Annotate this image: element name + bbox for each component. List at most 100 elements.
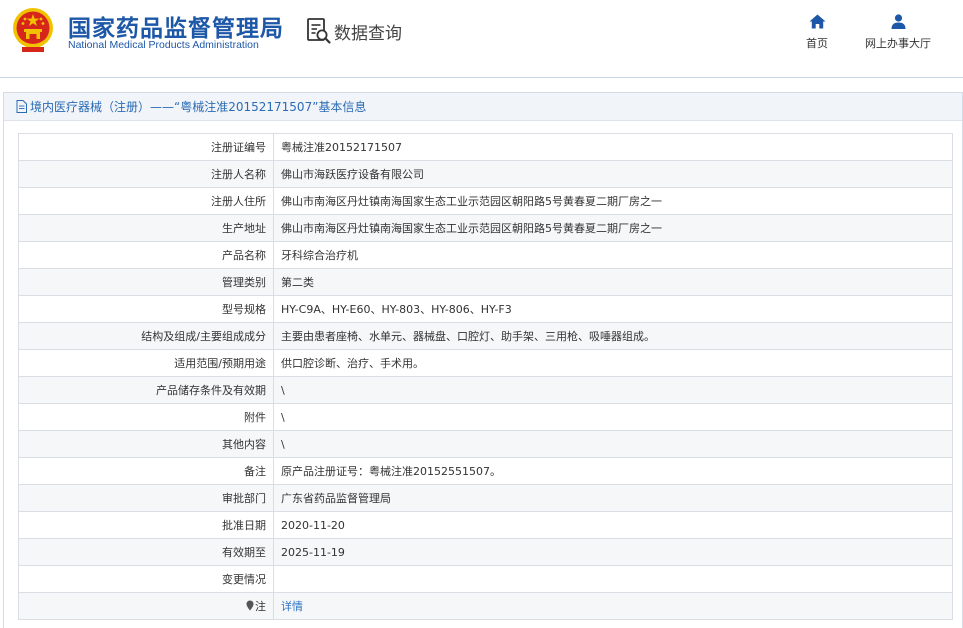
field-value: 2025-11-19 (273, 538, 953, 566)
field-value: 佛山市南海区丹灶镇南海国家生态工业示范园区朝阳路5号黄春夏二期厂房之一 (273, 187, 953, 215)
field-value-text: 第二类 (281, 276, 314, 289)
field-value: 主要由患者座椅、水单元、器械盘、口腔灯、助手架、三用枪、吸唾器组成。 (273, 322, 953, 350)
table-row: 批准日期 2020-11-20 (18, 511, 953, 539)
table-row: 附件 \ (18, 403, 953, 431)
field-value: \ (273, 430, 953, 458)
table-row: 结构及组成/主要组成成分 主要由患者座椅、水单元、器械盘、口腔灯、助手架、三用枪、… (18, 322, 953, 350)
field-label: 产品名称 (18, 241, 274, 269)
table-row: 注册人住所 佛山市南海区丹灶镇南海国家生态工业示范园区朝阳路5号黄春夏二期厂房之一 (18, 187, 953, 215)
field-label-text: 型号规格 (222, 303, 266, 316)
field-label: 其他内容 (18, 430, 274, 458)
field-label: 注册人住所 (18, 187, 274, 215)
field-label-text: 生产地址 (222, 222, 266, 235)
table-row: 其他内容 \ (18, 430, 953, 458)
field-value: 详情 (273, 592, 953, 620)
table-row: 有效期至 2025-11-19 (18, 538, 953, 566)
field-label-text: 注册人住所 (211, 195, 266, 208)
field-label: 批准日期 (18, 511, 274, 539)
field-value-text: 广东省药品监督管理局 (281, 492, 391, 505)
field-value-text: 原产品注册证号：粤械注准20152551507。 (281, 465, 501, 478)
field-label: 管理类别 (18, 268, 274, 296)
section-title-text: 境内医疗器械（注册）——“粤械注准20152171507”基本信息 (30, 100, 367, 114)
field-label: 有效期至 (18, 538, 274, 566)
field-label: 注册人名称 (18, 160, 274, 188)
field-value-text: 供口腔诊断、治疗、手术用。 (281, 357, 424, 370)
field-label: 注册证编号 (18, 133, 274, 161)
table-row: 注 详情 (18, 592, 953, 620)
field-label-text: 变更情况 (222, 573, 266, 586)
org-name-cn: 国家药品监督管理局 (68, 16, 284, 42)
field-label-text: 适用范围/预期用途 (174, 357, 266, 370)
field-value-text: HY-C9A、HY-E60、HY-803、HY-806、HY-F3 (281, 303, 512, 316)
field-value: \ (273, 403, 953, 431)
field-value-text: 2020-11-20 (281, 518, 345, 532)
field-value-text: 2025-11-19 (281, 545, 345, 559)
field-label-text: 备注 (244, 465, 266, 478)
field-label-text: 注册人名称 (211, 168, 266, 181)
details-link[interactable]: 详情 (281, 600, 303, 613)
field-label: 变更情况 (18, 565, 274, 593)
field-label: 型号规格 (18, 295, 274, 323)
user-icon (891, 14, 905, 29)
basic-info-section: 境内医疗器械（注册）——“粤械注准20152171507”基本信息 注册证编号 粤… (3, 92, 963, 628)
field-value: 粤械注准20152171507 (273, 133, 953, 161)
field-label-text: 有效期至 (222, 546, 266, 559)
field-label: 注 (18, 592, 274, 620)
field-label-text: 结构及组成/主要组成成分 (141, 330, 266, 343)
table-row: 型号规格 HY-C9A、HY-E60、HY-803、HY-806、HY-F3 (18, 295, 953, 323)
field-value: 第二类 (273, 268, 953, 296)
field-label: 生产地址 (18, 214, 274, 242)
field-label-text: 管理类别 (222, 276, 266, 289)
home-icon (809, 14, 825, 29)
section-title: 境内医疗器械（注册）——“粤械注准20152171507”基本信息 (4, 93, 962, 121)
search-title-label: 数据查询 (334, 23, 402, 44)
field-label-text: 产品储存条件及有效期 (156, 384, 266, 397)
field-label-text: 附件 (244, 411, 266, 424)
field-value: \ (273, 376, 953, 404)
table-row: 注册证编号 粤械注准20152171507 (18, 133, 953, 161)
field-label-text: 产品名称 (222, 249, 266, 262)
field-value-text: 粤械注准20152171507 (281, 141, 402, 154)
field-label: 结构及组成/主要组成成分 (18, 322, 274, 350)
field-value-text: 佛山市南海区丹灶镇南海国家生态工业示范园区朝阳路5号黄春夏二期厂房之一 (281, 222, 662, 235)
field-value: 牙科综合治疗机 (273, 241, 953, 269)
field-value-text: 主要由患者座椅、水单元、器械盘、口腔灯、助手架、三用枪、吸唾器组成。 (281, 330, 655, 343)
field-label-text: 审批部门 (222, 492, 266, 505)
org-name-en: National Medical Products Administration (68, 39, 259, 51)
field-value-text: 佛山市海跃医疗设备有限公司 (281, 168, 424, 181)
document-icon (16, 100, 27, 113)
field-value: 广东省药品监督管理局 (273, 484, 953, 512)
national-emblem-icon (13, 8, 53, 52)
field-value-text: \ (281, 410, 285, 424)
data-search-title[interactable]: 数据查询 (306, 17, 402, 45)
field-label: 附件 (18, 403, 274, 431)
info-table: 注册证编号 粤械注准20152171507 注册人名称 佛山市海跃医疗设备有限公司 注册… (18, 133, 953, 620)
field-label-text: 其他内容 (222, 438, 266, 451)
document-search-icon (307, 18, 331, 44)
nav-home[interactable]: 首页 (800, 14, 834, 51)
table-row: 生产地址 佛山市南海区丹灶镇南海国家生态工业示范园区朝阳路5号黄春夏二期厂房之一 (18, 214, 953, 242)
field-value: 佛山市海跃医疗设备有限公司 (273, 160, 953, 188)
field-value (273, 565, 953, 593)
field-label: 产品储存条件及有效期 (18, 376, 274, 404)
field-label-text: 注 (255, 600, 266, 613)
field-value: 2020-11-20 (273, 511, 953, 539)
field-label: 适用范围/预期用途 (18, 349, 274, 377)
field-value-text: \ (281, 383, 285, 397)
table-row: 管理类别 第二类 (18, 268, 953, 296)
table-row: 审批部门 广东省药品监督管理局 (18, 484, 953, 512)
field-label: 备注 (18, 457, 274, 485)
field-label-text: 批准日期 (222, 519, 266, 532)
field-value: HY-C9A、HY-E60、HY-803、HY-806、HY-F3 (273, 295, 953, 323)
nav-online-service-hall[interactable]: 网上办事大厅 (860, 14, 936, 51)
field-value: 佛山市南海区丹灶镇南海国家生态工业示范园区朝阳路5号黄春夏二期厂房之一 (273, 214, 953, 242)
nav-home-label: 首页 (806, 37, 828, 50)
table-row: 注册人名称 佛山市海跃医疗设备有限公司 (18, 160, 953, 188)
table-row: 适用范围/预期用途 供口腔诊断、治疗、手术用。 (18, 349, 953, 377)
table-row: 备注 原产品注册证号：粤械注准20152551507。 (18, 457, 953, 485)
field-label: 审批部门 (18, 484, 274, 512)
field-value: 原产品注册证号：粤械注准20152551507。 (273, 457, 953, 485)
field-value-text: \ (281, 437, 285, 451)
site-header: 国家药品监督管理局 National Medical Products Admi… (0, 0, 963, 78)
table-row: 产品储存条件及有效期 \ (18, 376, 953, 404)
